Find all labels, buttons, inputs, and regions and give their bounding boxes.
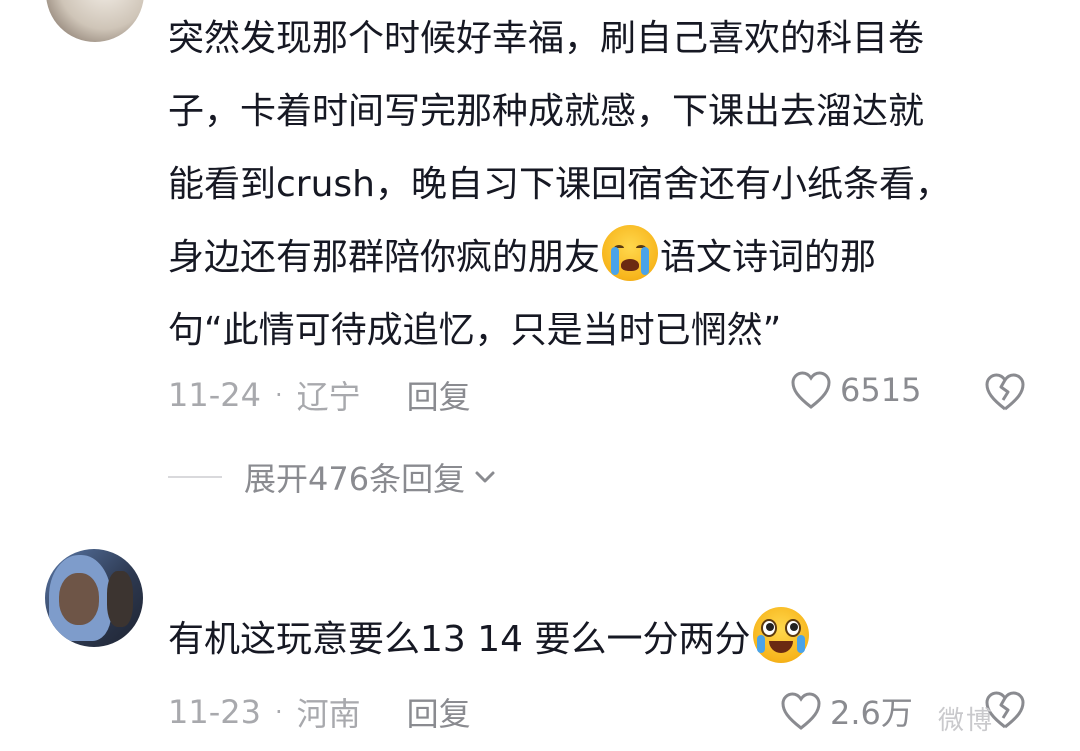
comment-text: 有机这玩意要么13 14 要么一分两分	[168, 603, 1048, 676]
like-count: 6515	[840, 371, 922, 409]
avatar[interactable]	[45, 549, 143, 647]
reply-button[interactable]: 回复	[407, 689, 471, 735]
comment-line: 身边还有那群陪你疯的朋友 语文诗词的那	[168, 221, 1048, 294]
loudly-crying-emoji-icon	[602, 225, 659, 281]
meta-separator: ·	[274, 381, 283, 409]
comment-date: 11-24	[168, 376, 261, 414]
chevron-down-icon	[475, 471, 495, 483]
comment-line-part: 有机这玩意要么13 14 要么一分两分	[168, 619, 751, 660]
comment-line: 突然发现那个时候好幸福，刷自己喜欢的科目卷	[168, 18, 925, 59]
broken-heart-icon	[985, 373, 1025, 411]
heart-icon	[781, 692, 821, 730]
like-button[interactable]: 2.6万	[780, 688, 913, 734]
comment-line: 子，卡着时间写完那种成就感，下课出去溜达就	[168, 91, 925, 132]
comment-date: 11-23	[168, 693, 261, 731]
dislike-button[interactable]	[984, 372, 1026, 416]
comment-line-part: 身边还有那群陪你疯的朋友	[168, 237, 601, 278]
comment-line: 句“此情可待成追忆，只是当时已惘然”	[168, 310, 782, 351]
comment-line: 有机这玩意要么13 14 要么一分两分	[168, 603, 1048, 676]
reply-button[interactable]: 回复	[407, 372, 471, 418]
holding-back-tears-emoji-icon	[752, 607, 809, 663]
watermark: 微博	[938, 706, 995, 736]
comment-list: 突然发现那个时候好幸福，刷自己喜欢的科目卷 子，卡着时间写完那种成就感，下课出去…	[0, 0, 1080, 751]
avatar-face	[59, 573, 99, 625]
avatar[interactable]	[46, 0, 144, 42]
comment-line-part: 语文诗词的那	[660, 237, 877, 278]
expand-replies-button[interactable]: 展开476条回复	[168, 454, 497, 500]
comment-location: 河南	[296, 695, 361, 733]
heart-icon	[791, 371, 831, 409]
comment-meta: 11-24 · 辽宁 回复	[168, 372, 471, 418]
meta-separator: ·	[274, 698, 283, 726]
like-count: 2.6万	[830, 694, 913, 732]
comment-line: 能看到crush，晚自习下课回宿舍还有小纸条看，	[168, 164, 951, 205]
comment-text: 突然发现那个时候好幸福，刷自己喜欢的科目卷 子，卡着时间写完那种成就感，下课出去…	[168, 2, 1048, 367]
divider	[168, 476, 222, 478]
comment-meta: 11-23 · 河南 回复	[168, 689, 471, 735]
comment-location: 辽宁	[296, 378, 361, 416]
like-button[interactable]: 6515	[790, 370, 921, 410]
avatar-background-figure	[107, 571, 133, 627]
expand-replies-label: 展开476条回复	[244, 460, 466, 498]
